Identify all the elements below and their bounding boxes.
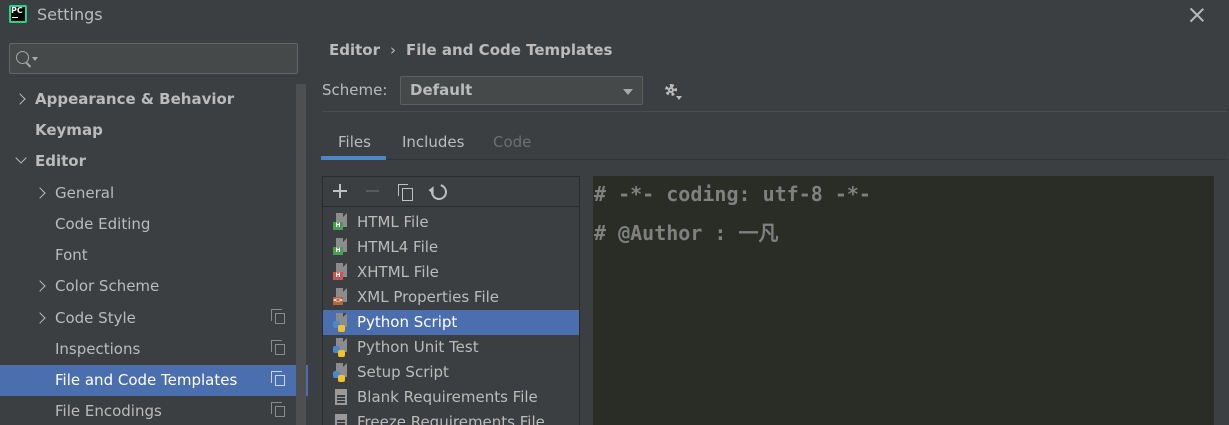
sidebar-item-color-scheme[interactable]: Color Scheme <box>0 271 296 302</box>
divider <box>322 111 1227 112</box>
templates-list-panel: H HTML File H HTML4 File H XHTML File <>… <box>322 176 580 425</box>
search-icon <box>16 51 29 64</box>
templates-list: H HTML File H HTML4 File H XHTML File <>… <box>323 208 579 425</box>
close-icon[interactable] <box>1186 4 1208 26</box>
active-tab-indicator <box>321 156 386 160</box>
title-bar: PC Settings <box>0 0 1229 30</box>
scheme-label: Scheme: <box>322 81 388 99</box>
add-icon[interactable] <box>333 184 347 198</box>
settings-sidebar: Appearance & Behavior Keymap Editor Gene… <box>0 30 308 425</box>
sidebar-item-code-editing[interactable]: Code Editing <box>0 209 296 240</box>
templates-toolbar <box>323 177 579 207</box>
html-file-icon: H <box>333 213 348 232</box>
search-input[interactable] <box>42 48 292 70</box>
project-settings-icon <box>271 340 285 355</box>
list-item[interactable]: H XHTML File <box>323 260 579 285</box>
sidebar-item-code-style[interactable]: Code Style <box>0 303 296 334</box>
text-file-icon <box>333 388 348 407</box>
list-item[interactable]: Python Unit Test <box>323 335 579 360</box>
copy-icon[interactable] <box>398 184 413 201</box>
sidebar-scrollbar[interactable] <box>296 84 306 425</box>
sidebar-item-font[interactable]: Font <box>0 240 296 271</box>
list-item[interactable]: Setup Script <box>323 360 579 385</box>
tab-code: Code <box>493 133 532 151</box>
chevron-right-icon[interactable] <box>34 312 46 324</box>
chevron-right-icon[interactable] <box>14 93 26 105</box>
xml-file-icon: <> <box>333 288 348 307</box>
project-settings-icon <box>271 402 285 417</box>
breadcrumb-separator: › <box>390 41 396 59</box>
tab-files[interactable]: Files <box>338 133 371 151</box>
list-item[interactable]: Freeze Requirements File <box>323 410 579 425</box>
xhtml-file-icon: H <box>333 263 348 282</box>
chevron-right-icon[interactable] <box>34 280 46 292</box>
python-file-icon <box>333 363 348 382</box>
tab-includes[interactable]: Includes <box>402 133 464 151</box>
remove-icon <box>366 190 379 192</box>
html-file-icon: H <box>333 238 348 257</box>
pycharm-logo-icon: PC <box>9 5 27 23</box>
editor-scrollbar[interactable] <box>1214 176 1227 425</box>
list-item[interactable]: Python Script <box>323 310 579 335</box>
list-item[interactable]: <> XML Properties File <box>323 285 579 310</box>
code-line[interactable]: # -*- coding: utf-8 -*- <box>594 182 871 206</box>
chevron-down-icon[interactable] <box>15 152 27 164</box>
list-item[interactable]: Blank Requirements File <box>323 385 579 410</box>
list-item[interactable]: H HTML File <box>323 210 579 235</box>
sidebar-item-appearance-behavior[interactable]: Appearance & Behavior <box>0 84 296 115</box>
sidebar-item-keymap[interactable]: Keymap <box>0 115 296 146</box>
breadcrumb-parent: Editor <box>329 41 380 59</box>
scheme-value: Default <box>410 81 473 99</box>
text-file-icon <box>333 413 348 425</box>
sidebar-item-file-and-code-templates[interactable]: File and Code Templates <box>0 365 308 396</box>
dropdown-arrow-icon <box>623 89 633 95</box>
code-line[interactable]: # @Author : 一凡 <box>594 217 779 246</box>
list-item[interactable]: H HTML4 File <box>323 235 579 260</box>
chevron-right-icon[interactable] <box>34 187 46 199</box>
python-file-icon <box>333 338 348 357</box>
tabs-divider <box>321 159 1227 160</box>
scheme-dropdown[interactable]: Default <box>400 76 643 105</box>
window-title: Settings <box>37 5 103 24</box>
reset-icon[interactable] <box>428 181 450 203</box>
template-editor[interactable]: # -*- coding: utf-8 -*- # @Author : 一凡 <box>593 176 1214 425</box>
sidebar-item-file-encodings[interactable]: File Encodings <box>0 396 296 425</box>
search-history-chevron-icon[interactable] <box>32 57 38 61</box>
sidebar-item-general[interactable]: General <box>0 178 296 209</box>
project-settings-icon <box>271 309 285 324</box>
python-file-icon <box>333 313 348 332</box>
search-field[interactable] <box>9 43 298 74</box>
project-settings-icon <box>271 371 285 386</box>
gear-icon[interactable] <box>663 82 682 100</box>
sidebar-item-inspections[interactable]: Inspections <box>0 334 296 365</box>
sidebar-item-editor[interactable]: Editor <box>0 146 296 177</box>
breadcrumb-current: File and Code Templates <box>406 41 613 59</box>
breadcrumb: Editor › File and Code Templates <box>329 41 612 59</box>
